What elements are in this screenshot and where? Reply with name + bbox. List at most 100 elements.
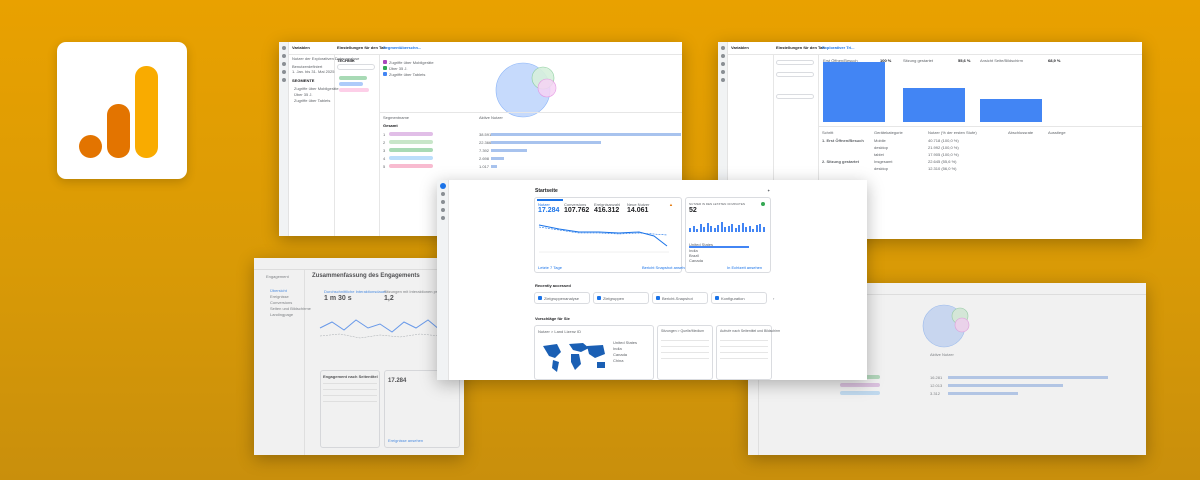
column-header: Nutzer (% der ersten Stufe) [928,130,977,135]
view-snapshot-link[interactable]: Bericht Snapshot ansehen [642,265,689,270]
segment-label[interactable] [840,391,880,395]
row-number: 5 [383,164,386,169]
row-value: 12.013 [930,383,943,388]
recent-item[interactable]: Zielgruppenanalyse [544,296,579,301]
value-bar [491,156,505,160]
recent-item[interactable]: Zielgruppen [603,296,624,301]
variables-tab[interactable]: Variablen [731,45,749,50]
venn-diagram [495,62,557,118]
value-bar [948,391,1018,395]
kpi-value: 107.762 [564,207,590,214]
card-title: Sitzungen > Quelle/Medium [661,329,705,333]
value-bar [948,383,1063,387]
realtime-bar [703,227,705,232]
row-value: 22.366 [479,140,492,145]
step-header: Ansicht Seite/Bildschirm [980,58,1023,63]
recent-item[interactable]: Konfiguration [721,296,745,301]
tab-segment-overlap[interactable]: Segmentüberschn... [383,45,421,50]
breakdown-select[interactable] [776,72,814,77]
realtime-bar [762,227,765,232]
realtime-bar [738,225,740,232]
recent-item[interactable]: Bericht-Snapshot [662,296,693,301]
metric-value: 1,2 [384,295,394,302]
events-link[interactable]: Ereignisse ansehen [388,438,423,443]
check-icon [761,202,765,206]
segment-item[interactable]: Über 35 J. [294,92,312,97]
column-header: Schritt [822,130,834,135]
country-row: India [613,346,622,351]
row-value: 21.992 (100,0 %) [928,145,959,150]
tab-settings[interactable]: Einstellungen für den Tab [337,45,386,50]
realtime-value: 52 [689,207,697,214]
nav-item[interactable]: Seiten und Bildschirme [270,306,311,311]
realtime-bar [696,229,698,232]
realtime-bar [710,226,712,232]
device-label: desktop [874,145,889,150]
nav-item[interactable]: Ereignisse [270,294,289,299]
nav-item[interactable]: Übersicht [270,288,287,293]
nav-item[interactable]: Landingpage [270,312,293,317]
realtime-bar [713,228,716,232]
nav-item[interactable]: Conversions [270,300,292,305]
realtime-bar [748,226,751,232]
step-label: 1. Erst Öffnen/Besuch [822,138,864,143]
funnel-bar[interactable] [903,88,965,122]
card-title: Aufrufe nach Seitentitel und Bildschirm [720,329,781,333]
date-range-select[interactable]: Letzte 7 Tage [538,265,562,270]
realtime-bar [692,226,695,232]
value-bar [948,375,1108,379]
funnel-bar[interactable] [823,62,885,122]
row-value: 16.281 [930,375,943,380]
technique-select[interactable] [337,64,375,70]
technique-heading: TECHNIK [337,58,355,63]
google-analytics-logo [57,42,187,179]
kpi-value: 416.312 [594,207,620,214]
date-range-value[interactable]: 1. Jan. bis 31. Mai 2025 [292,69,334,74]
segment-chip[interactable] [339,76,367,80]
report-label: Engagement [266,274,289,279]
row-number: 3 [383,148,386,153]
step-percent: 68,9 % [1048,58,1061,63]
value-bar [491,164,497,168]
step-label: 2. Sitzung gestartet [822,159,859,164]
segment-label[interactable] [389,140,433,144]
realtime-bar [727,226,730,232]
column-header: Aktive Nutzer [930,352,954,357]
row-value: 38.591 [479,132,492,137]
visualization-select[interactable] [776,60,814,65]
segment-label[interactable] [389,156,433,160]
engagement-overview-screenshot: Engagement Übersicht Ereignisse Conversi… [254,258,464,455]
segment-label[interactable] [389,164,433,168]
column-header: Segmentname [383,115,410,120]
value-bar [491,148,528,152]
tab-funnel[interactable]: Explorativer Tri... [822,45,854,50]
segment-item[interactable]: Zugriffe über Tablets [294,98,330,103]
chevron-right-icon[interactable]: › [773,296,774,301]
total-row-label: Gesamt [383,123,398,128]
realtime-bar [755,225,758,232]
segment-label[interactable] [389,132,433,136]
segment-label[interactable] [840,383,880,387]
home-icon[interactable] [440,183,446,189]
legend-item: Über 35 J. [389,66,408,71]
view-realtime-link[interactable]: In Echtzeit ansehen [727,265,762,270]
country-row: United States [613,340,638,345]
world-map [543,343,605,372]
sparkle-icon[interactable]: ✦ [767,188,770,193]
metric-label: Durchschnittliche Interaktionsdauer [324,289,387,294]
segment-label[interactable] [389,148,433,152]
segment-item[interactable]: Zugriffe über Mobilgeräte [294,86,339,91]
row-value: 12.310 (56,0 %) [928,166,957,171]
realtime-bar [752,229,754,232]
funnel-bar[interactable] [980,98,1042,122]
page-title: Startseite [535,188,558,194]
country-row: Canada [613,352,628,357]
realtime-bar [689,228,691,232]
segment-chip[interactable] [339,82,363,86]
realtime-bar [734,228,737,232]
segment-chip[interactable] [339,88,369,92]
dimension-select[interactable] [776,94,814,99]
variables-tab[interactable]: Variablen [292,45,310,50]
tab-settings[interactable]: Einstellungen für den Tab [776,45,825,50]
realtime-bar [720,222,723,232]
